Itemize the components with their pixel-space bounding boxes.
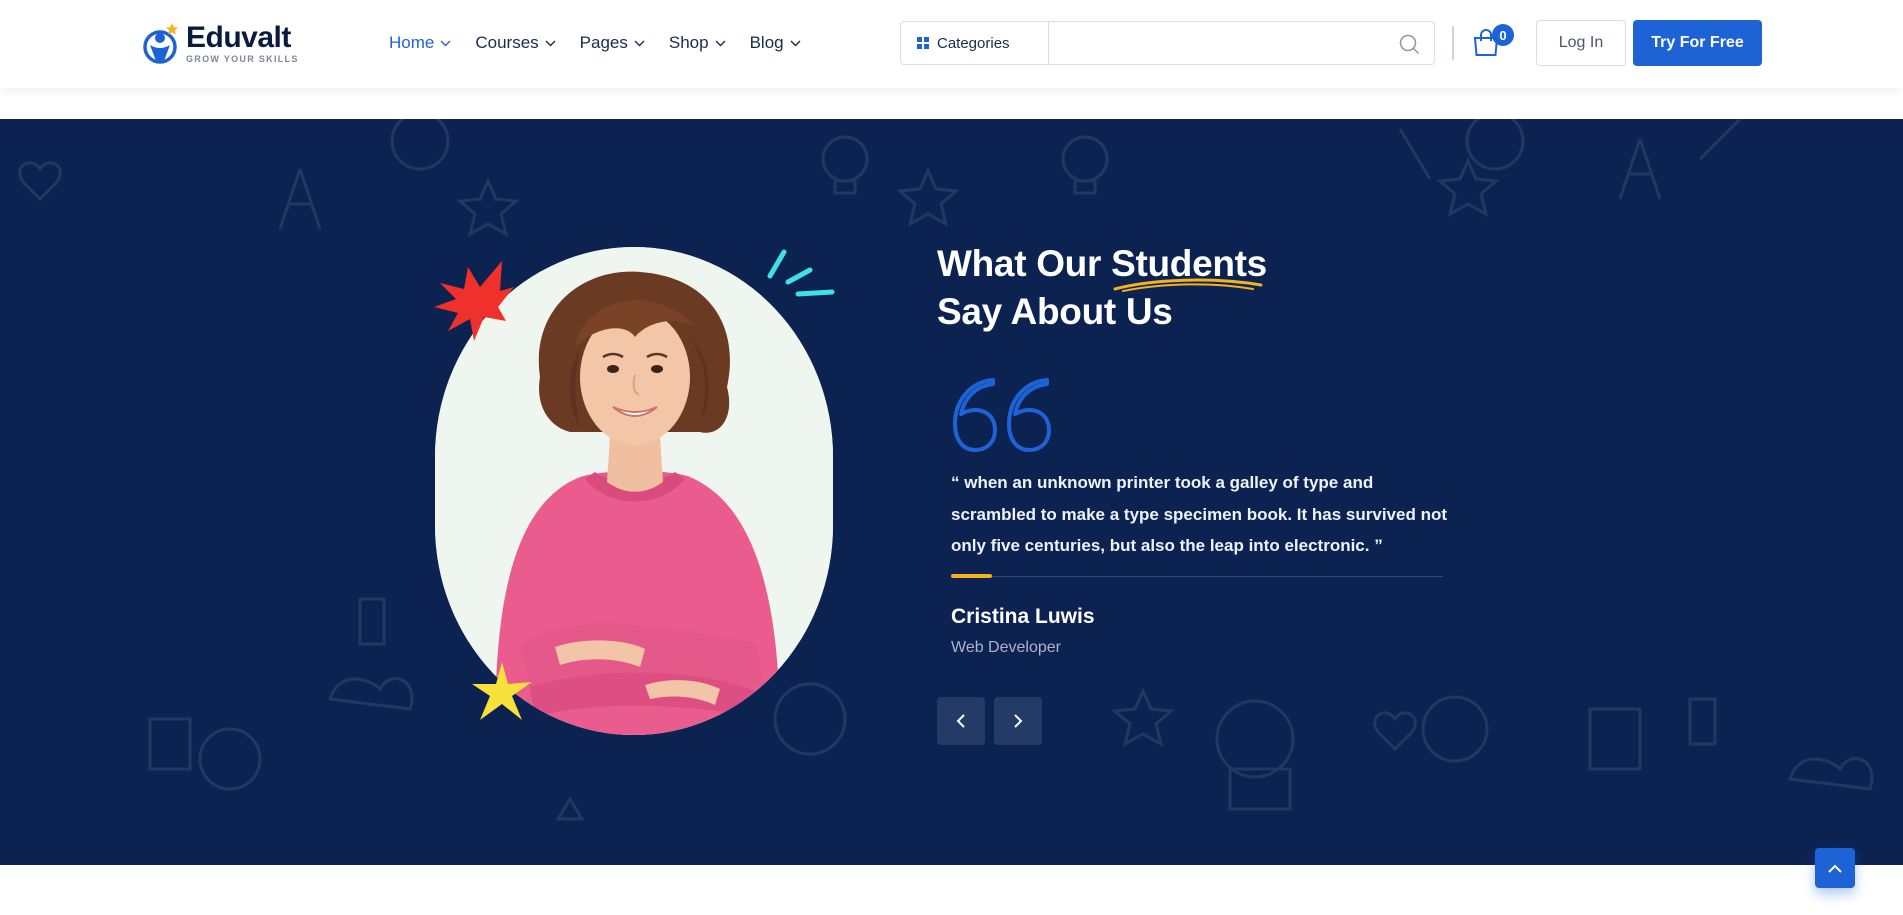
header-divider bbox=[1452, 26, 1454, 60]
nav-item-home[interactable]: Home bbox=[389, 30, 451, 56]
nav-item-label: Blog bbox=[749, 33, 784, 52]
prev-testimonial-button[interactable] bbox=[937, 697, 985, 745]
chevron-down-icon bbox=[440, 40, 451, 46]
chevron-down-icon bbox=[634, 40, 645, 46]
heading-underline-decoration bbox=[1113, 278, 1263, 292]
quote-divider-accent bbox=[951, 574, 992, 578]
heading-line2: Say About Us bbox=[937, 291, 1173, 332]
nav-item-label: Home bbox=[389, 33, 435, 52]
brand-logo[interactable]: Eduvalt GROW YOUR SKILLS bbox=[142, 21, 299, 65]
chevron-up-icon bbox=[1828, 864, 1842, 873]
quote-divider bbox=[951, 576, 1443, 577]
yellow-star-decoration bbox=[472, 662, 532, 720]
scroll-to-top-button[interactable] bbox=[1815, 848, 1855, 888]
testimonial-role: Web Developer bbox=[951, 639, 1061, 656]
nav-item-shop[interactable]: Shop bbox=[669, 30, 726, 56]
testimonial-quote: “ when an unknown printer took a galley … bbox=[951, 473, 1447, 555]
nav-item-pages[interactable]: Pages bbox=[580, 30, 645, 56]
nav-item-courses[interactable]: Courses bbox=[475, 30, 556, 56]
chevron-right-icon bbox=[1014, 714, 1023, 728]
site-header: Eduvalt GROW YOUR SKILLS Home Courses Pa… bbox=[0, 0, 1903, 88]
red-burst-decoration bbox=[434, 261, 514, 341]
brand-name: Eduvalt bbox=[186, 20, 291, 54]
next-testimonial-button[interactable] bbox=[994, 697, 1042, 745]
chevron-down-icon bbox=[715, 40, 726, 46]
login-button[interactable]: Log In bbox=[1536, 20, 1626, 66]
try-for-free-button[interactable]: Try For Free bbox=[1633, 20, 1762, 66]
testimonial-section: What Our Students Say About Us “ when an… bbox=[0, 119, 1903, 865]
brand-tagline: GROW YOUR SKILLS bbox=[186, 53, 299, 64]
nav-item-label: Courses bbox=[475, 33, 539, 52]
quote-icon bbox=[953, 378, 1051, 452]
nav-item-label: Shop bbox=[668, 33, 709, 52]
chevron-down-icon bbox=[790, 40, 801, 46]
graduate-logo-icon bbox=[142, 21, 182, 65]
heading-prefix: What Our bbox=[937, 243, 1112, 284]
grid-icon bbox=[917, 37, 929, 49]
search-icon[interactable] bbox=[1399, 34, 1420, 55]
chevron-left-icon bbox=[956, 714, 965, 728]
chevron-down-icon bbox=[545, 40, 556, 46]
categories-button[interactable]: Categories bbox=[900, 21, 1049, 65]
nav-item-blog[interactable]: Blog bbox=[750, 30, 801, 56]
search-input[interactable] bbox=[1061, 22, 1381, 64]
cart-count-badge: 0 bbox=[1492, 24, 1514, 46]
testimonial-author: Cristina Luwis bbox=[951, 605, 1095, 628]
main-nav: Home Courses Pages Shop Blog bbox=[389, 30, 825, 56]
nav-item-label: Pages bbox=[579, 33, 628, 52]
search-field bbox=[1049, 21, 1435, 65]
cyan-spark-decoration bbox=[767, 249, 835, 297]
categories-label: Categories bbox=[937, 34, 1010, 52]
